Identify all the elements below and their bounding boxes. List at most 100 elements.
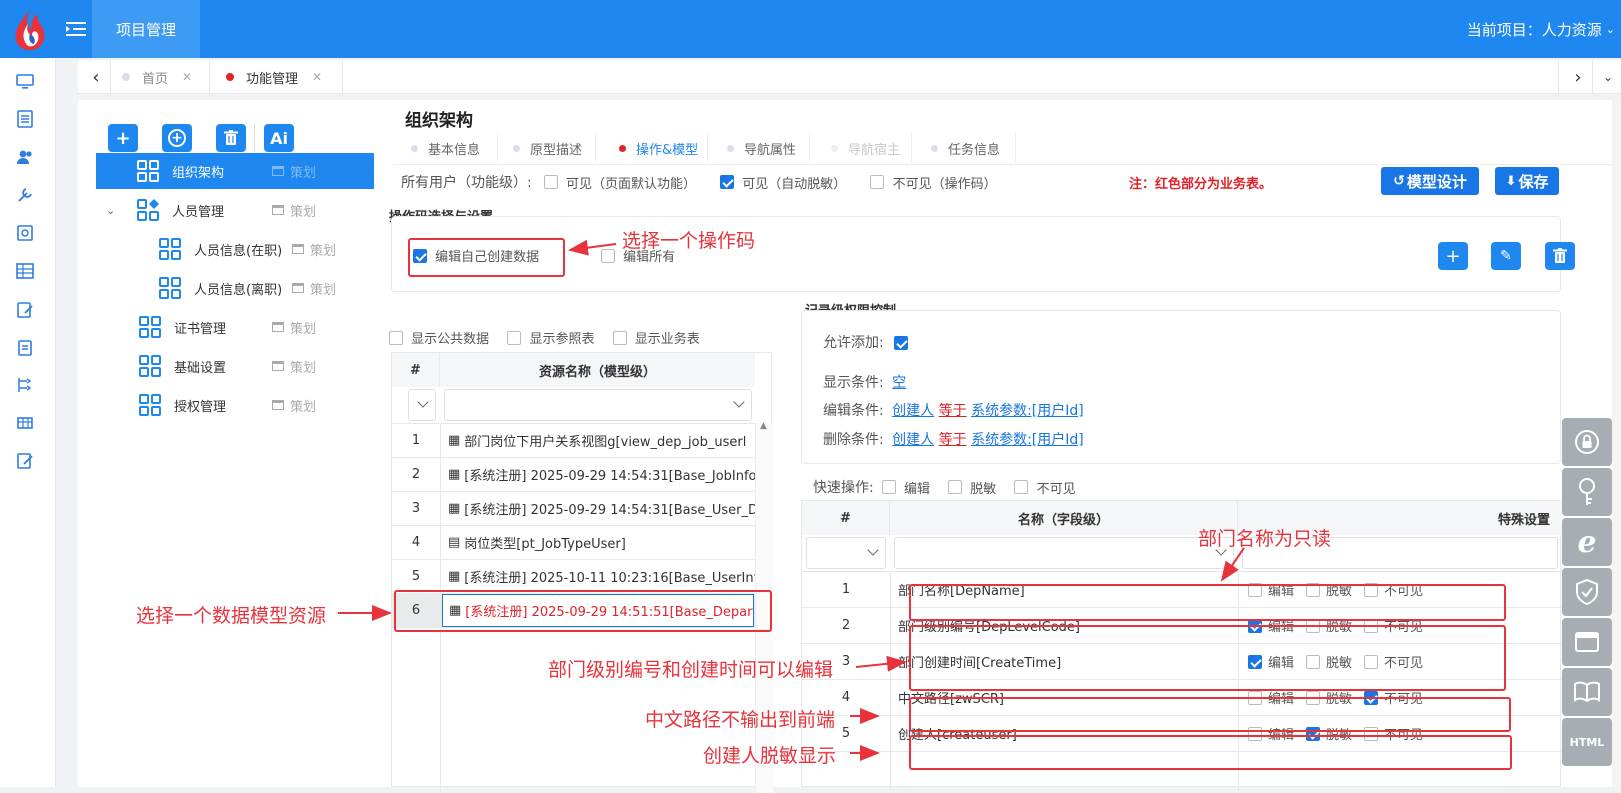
save-button[interactable]: ⬇ 保存 xyxy=(1495,167,1559,195)
top-header xyxy=(0,0,1621,58)
tree-item-staff-active[interactable]: 人员信息(在职) 策划 xyxy=(96,231,374,267)
window-button[interactable] xyxy=(1562,618,1612,666)
tab-operation-model[interactable]: 操作&模型 xyxy=(619,132,698,164)
report-icon[interactable] xyxy=(16,224,34,242)
manual-button[interactable] xyxy=(1562,668,1612,716)
delete-condition-field[interactable]: 创建人 xyxy=(892,432,934,448)
view-icon: ▦ xyxy=(448,433,461,448)
page-title: 组织架构 xyxy=(405,111,473,131)
menu-toggle-icon[interactable] xyxy=(66,20,86,38)
quick-mask-checkbox[interactable] xyxy=(948,480,963,494)
num-filter-select[interactable] xyxy=(408,389,436,421)
shield-button[interactable] xyxy=(1562,568,1612,616)
visible-masked-checkbox[interactable] xyxy=(720,175,735,189)
delete-condition-label: 删除条件: xyxy=(823,432,884,448)
edit-condition-value[interactable]: 系统参数:[用户Id] xyxy=(971,403,1084,419)
close-icon[interactable]: ✕ xyxy=(182,70,192,84)
chevron-down-icon[interactable]: ⌄ xyxy=(106,204,122,217)
note-edit-icon[interactable] xyxy=(16,452,34,470)
tab-basic-info[interactable]: 基本信息 xyxy=(411,132,480,164)
scroll-up-icon[interactable]: ▲ xyxy=(760,421,767,431)
table-row[interactable]: 5 ▦ [系统注册] 2025-10-11 10:23:16[Base_UserI… xyxy=(392,560,755,594)
quick-edit-checkbox[interactable] xyxy=(881,480,896,494)
opcode-delete-button[interactable] xyxy=(1545,242,1575,270)
browser-button[interactable]: e xyxy=(1562,518,1612,566)
tab-scroll-left-icon[interactable]: ‹ xyxy=(84,60,108,94)
chevron-down-icon: ⌄ xyxy=(1605,22,1615,36)
col-header-resource: 资源名称（模型级） xyxy=(440,353,755,387)
table-row[interactable]: 1 ▦ 部门岗位下用户关系视图g[view_dep_job_userl xyxy=(392,424,755,458)
tab-label: 导航宿主 xyxy=(848,142,901,158)
model-design-button[interactable]: ↺ 模型设计 xyxy=(1381,167,1479,195)
tab-menu-chevron-icon[interactable]: ⌄ xyxy=(1596,60,1620,94)
tree-item-personnel[interactable]: ⌄ 人员管理 策划 xyxy=(96,192,374,228)
invisible-checkbox[interactable] xyxy=(870,175,885,189)
field-filter-select[interactable] xyxy=(894,537,1234,569)
lock-button[interactable] xyxy=(1562,418,1612,466)
delete-button[interactable] xyxy=(216,124,246,152)
key-button[interactable] xyxy=(1562,468,1612,516)
table-row[interactable]: 3 ▦ [系统注册] 2025-09-29 14:54:31[Base_User_… xyxy=(392,492,755,526)
delete-condition-operator[interactable]: 等于 xyxy=(939,432,967,448)
page-scrollbar[interactable] xyxy=(1612,100,1621,787)
tree-item-staff-left[interactable]: 人员信息(离职) 策划 xyxy=(96,270,374,306)
database-table-icon[interactable] xyxy=(16,414,34,432)
show-condition-link[interactable]: 空 xyxy=(892,375,906,391)
resource-name-cell: ▤ 岗位类型[pt_JobTypeUser] xyxy=(448,526,755,559)
opcode-edit-button[interactable]: ✎ xyxy=(1491,242,1521,270)
tools-icon[interactable] xyxy=(16,186,34,204)
html-button[interactable]: HTML xyxy=(1562,718,1612,766)
visible-default-checkbox[interactable] xyxy=(543,175,558,189)
tree-item-org[interactable]: 组织架构 策划 xyxy=(96,153,374,189)
tab-prototype[interactable]: 原型描述 xyxy=(513,132,582,164)
tab-dot xyxy=(226,73,234,81)
add-child-button[interactable]: + xyxy=(162,124,192,152)
table-row[interactable]: 2 ▦ [系统注册] 2025-09-29 14:54:31[Base_JobIn… xyxy=(392,458,755,492)
business-table-note: 注：红色部分为业务表。 xyxy=(1129,177,1273,192)
tab-function-management[interactable]: 功能管理 ✕ xyxy=(226,60,322,94)
app-logo xyxy=(15,10,45,51)
highlight-rows-editable xyxy=(909,625,1506,691)
show-reference-checkbox[interactable] xyxy=(507,330,522,345)
quick-hide-checkbox[interactable] xyxy=(1014,480,1029,494)
ai-button[interactable]: Ai xyxy=(264,124,294,152)
quick-ops-label: 快速操作: xyxy=(813,480,874,496)
delete-condition-value[interactable]: 系统参数:[用户Id] xyxy=(971,432,1084,448)
show-business-checkbox[interactable] xyxy=(612,330,627,345)
edit-condition-field[interactable]: 创建人 xyxy=(892,403,934,419)
show-public-checkbox[interactable] xyxy=(389,330,403,345)
tree-item-label: 证书管理 xyxy=(174,321,227,337)
tree-item-basic-settings[interactable]: 基础设置 策划 xyxy=(96,348,374,384)
document-list-icon[interactable] xyxy=(16,110,34,128)
annotation-select-opcode: 选择一个操作码 xyxy=(622,230,756,252)
tab-task-info[interactable]: 任务信息 xyxy=(931,132,1000,164)
tree-item-authorization[interactable]: 授权管理 策划 xyxy=(96,387,374,423)
lock-icon xyxy=(1575,430,1599,454)
flow-icon[interactable] xyxy=(16,376,34,394)
resource-name: 部门岗位下用户关系视图g[view_dep_job_userl xyxy=(464,435,747,450)
clipboard-icon[interactable] xyxy=(16,338,34,356)
project-management-tab[interactable]: 项目管理 xyxy=(92,0,200,58)
tab-nav-properties[interactable]: 导航属性 xyxy=(727,132,796,164)
clipboard-edit-icon[interactable] xyxy=(16,300,34,318)
edit-condition-operator[interactable]: 等于 xyxy=(939,403,967,419)
edit-all-checkbox[interactable] xyxy=(601,248,615,263)
monitor-icon[interactable] xyxy=(16,72,34,90)
tree-item-certificates[interactable]: 证书管理 策划 xyxy=(96,309,374,345)
users-icon[interactable] xyxy=(16,148,34,166)
close-icon[interactable]: ✕ xyxy=(312,70,322,84)
num-filter-select[interactable] xyxy=(806,537,886,569)
tab-home[interactable]: 首页 ✕ xyxy=(122,60,192,94)
tab-scroll-right-icon[interactable]: › xyxy=(1566,60,1590,94)
opcode-add-button[interactable]: + xyxy=(1438,242,1468,270)
tab-home-label: 首页 xyxy=(142,71,169,87)
current-project-selector[interactable]: 当前项目：人力资源 ⌄ xyxy=(1467,0,1615,58)
table-icon: ▦ xyxy=(448,467,461,482)
tab-nav-host[interactable]: 导航宿主 xyxy=(831,132,900,164)
resource-filter-select[interactable] xyxy=(444,389,752,421)
table-row[interactable]: 4 ▤ 岗位类型[pt_JobTypeUser] xyxy=(392,526,755,560)
table-grid-icon[interactable] xyxy=(16,262,34,280)
add-button[interactable]: + xyxy=(108,124,138,152)
annotation-masked: 创建人脱敏显示 xyxy=(703,745,837,767)
allow-add-checkbox[interactable] xyxy=(894,336,909,350)
